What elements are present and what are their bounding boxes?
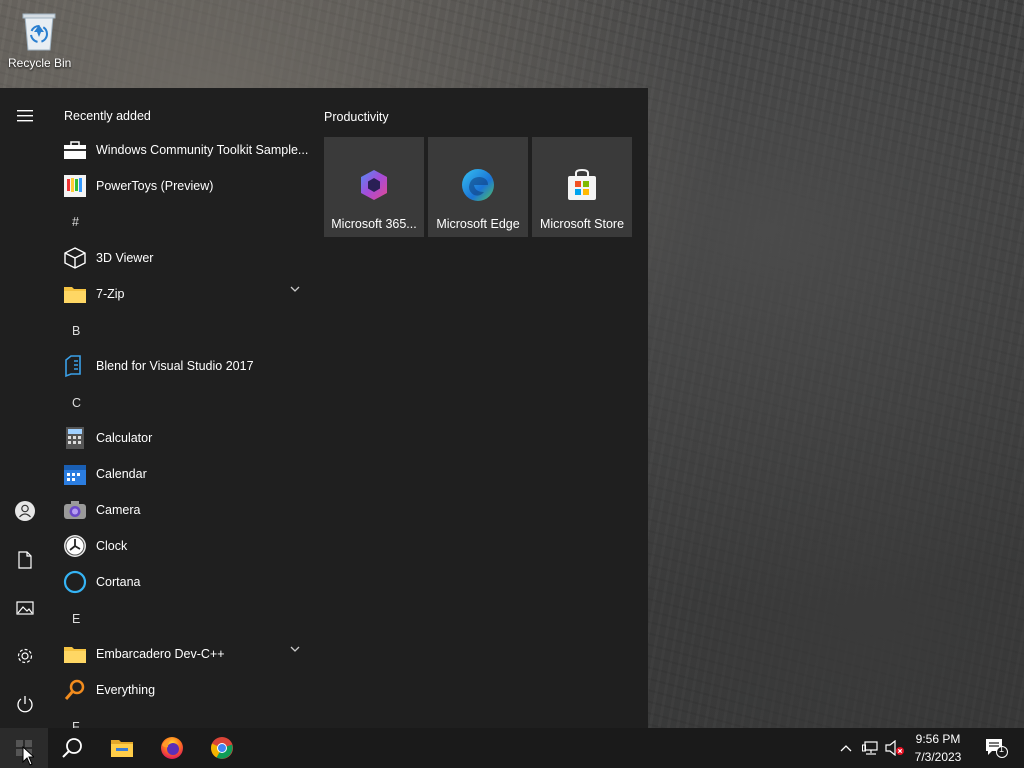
settings-icon	[17, 648, 33, 664]
app-name: PowerToys (Preview)	[96, 179, 214, 193]
tile-label: Microsoft Store	[539, 217, 625, 231]
power-button[interactable]	[0, 682, 50, 726]
app-name: Clock	[96, 539, 128, 553]
store-icon	[568, 168, 596, 200]
app-name: Everything	[96, 683, 156, 697]
app-name: Calendar	[96, 467, 147, 481]
chrome-icon	[211, 737, 233, 759]
app-name: Calculator	[96, 431, 153, 445]
start-button[interactable]	[0, 728, 48, 768]
tile-group-title[interactable]: Productivity	[324, 110, 389, 124]
volume-muted-icon	[885, 740, 904, 756]
calendar-icon	[62, 461, 88, 487]
app-blend[interactable]: Blend for Visual Studio 2017	[62, 348, 312, 384]
tile-microsoft-store[interactable]: Microsoft Store	[532, 137, 632, 237]
section-letter-e[interactable]: E	[72, 612, 80, 626]
hamburger-menu-icon	[17, 110, 33, 122]
notification-icon	[986, 739, 1008, 758]
blend-icon	[62, 353, 88, 379]
user-account-button[interactable]	[0, 489, 50, 533]
start-menu: Recently added Windows Community Toolkit…	[0, 88, 648, 728]
app-name: Cortana	[96, 575, 141, 589]
app-list[interactable]: Recently added Windows Community Toolkit…	[50, 88, 314, 728]
chrome-button[interactable]	[198, 728, 246, 768]
clock-time: 9:56 PM	[915, 732, 961, 746]
mouse-cursor-icon	[22, 746, 34, 766]
app-name: 3D Viewer	[96, 251, 154, 265]
recycle-bin-label: Recycle Bin	[8, 56, 72, 70]
camera-icon	[62, 497, 88, 523]
documents-icon	[18, 551, 32, 569]
user-icon	[15, 501, 35, 521]
network-button[interactable]	[860, 728, 882, 768]
powertoys-icon	[62, 173, 88, 199]
firefox-icon	[161, 737, 183, 759]
app-camera[interactable]: Camera	[62, 492, 312, 528]
notification-count: 1	[999, 744, 1005, 754]
taskbar: 9:56 PM 7/3/2023 1	[0, 728, 1024, 768]
app-name: Camera	[96, 503, 141, 517]
cube-icon	[62, 245, 88, 271]
clock-date: 7/3/2023	[914, 750, 962, 764]
recently-added-header: Recently added	[64, 109, 151, 123]
recycle-bin-shortcut[interactable]: Recycle Bin	[8, 8, 72, 70]
section-letter-c[interactable]: C	[72, 396, 81, 410]
app-3d-viewer[interactable]: 3D Viewer	[62, 240, 312, 276]
section-letter-hash[interactable]: #	[72, 215, 79, 229]
folder-icon	[62, 281, 88, 307]
app-name: 7-Zip	[96, 287, 125, 301]
tile-microsoft-edge[interactable]: Microsoft Edge	[428, 137, 528, 237]
edge-icon	[462, 169, 494, 201]
app-name: Embarcadero Dev-C++	[96, 647, 225, 661]
everything-icon	[62, 677, 88, 703]
folder-icon	[62, 641, 88, 667]
section-letter-b[interactable]: B	[72, 324, 80, 338]
settings-button[interactable]	[0, 634, 50, 678]
clock-icon	[62, 533, 88, 559]
app-cortana[interactable]: Cortana	[62, 564, 312, 600]
tile-label: Microsoft 365...	[331, 217, 417, 231]
microsoft-365-icon	[361, 170, 387, 200]
file-explorer-button[interactable]	[98, 728, 146, 768]
network-icon	[862, 741, 878, 755]
chevron-up-icon	[840, 745, 852, 752]
calculator-icon	[62, 425, 88, 451]
tiles-panel: Productivity Microsoft 365... Microsoft …	[324, 88, 644, 728]
section-letter-f[interactable]: F	[72, 720, 80, 728]
firefox-button[interactable]	[148, 728, 196, 768]
app-folder-embarcadero[interactable]: Embarcadero Dev-C++	[62, 636, 312, 672]
search-icon	[62, 738, 82, 758]
start-rail	[0, 88, 50, 728]
pictures-button[interactable]	[0, 586, 50, 630]
file-explorer-icon	[111, 740, 133, 757]
app-folder-7zip[interactable]: 7-Zip	[62, 276, 312, 312]
tile-label: Microsoft Edge	[436, 217, 520, 231]
hamburger-menu-button[interactable]	[0, 94, 50, 138]
app-name: Windows Community Toolkit Sample...	[96, 143, 309, 157]
app-everything[interactable]: Everything	[62, 672, 312, 708]
app-calculator[interactable]: Calculator	[62, 420, 312, 456]
app-windows-community-toolkit[interactable]: Windows Community Toolkit Sample...	[62, 132, 312, 168]
app-calendar[interactable]: Calendar	[62, 456, 312, 492]
documents-button[interactable]	[0, 538, 50, 582]
toolkit-icon	[62, 137, 88, 163]
chevron-down-icon[interactable]	[290, 286, 300, 292]
power-icon	[17, 696, 33, 713]
volume-button[interactable]	[884, 728, 906, 768]
show-hidden-icons-button[interactable]	[836, 728, 856, 768]
app-clock[interactable]: Clock	[62, 528, 312, 564]
recycle-bin-icon	[19, 8, 59, 51]
action-center-button[interactable]: 1	[976, 728, 1016, 768]
pictures-icon	[16, 601, 34, 615]
system-clock[interactable]: 9:56 PM 7/3/2023	[906, 730, 970, 766]
chevron-down-icon[interactable]	[290, 646, 300, 652]
app-powertoys[interactable]: PowerToys (Preview)	[62, 168, 312, 204]
app-name: Blend for Visual Studio 2017	[96, 359, 254, 373]
search-button[interactable]	[48, 728, 96, 768]
tile-microsoft-365[interactable]: Microsoft 365...	[324, 137, 424, 237]
cortana-icon	[62, 569, 88, 595]
